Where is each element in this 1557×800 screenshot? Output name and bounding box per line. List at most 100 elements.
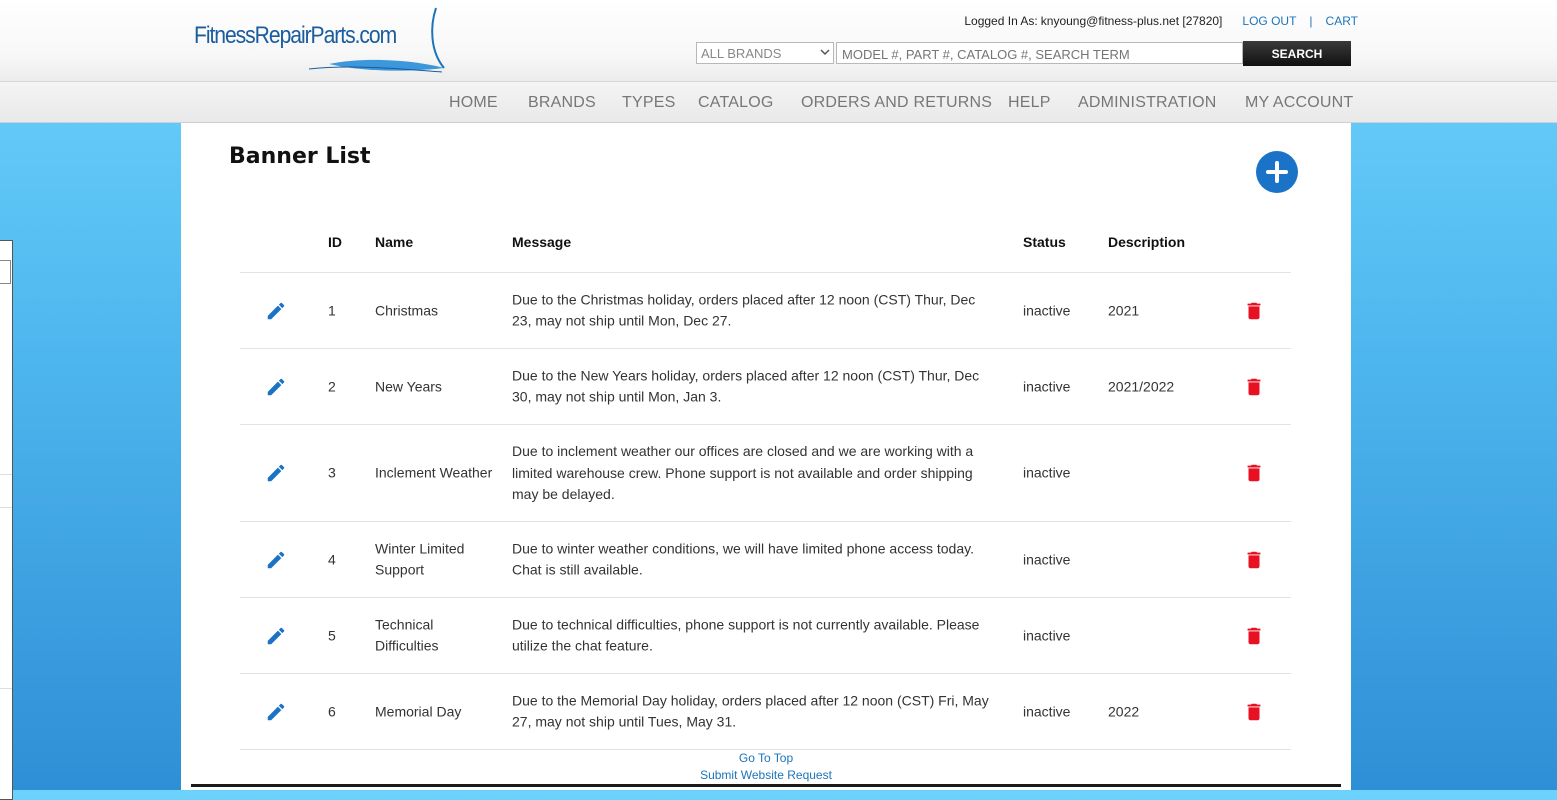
- search-button[interactable]: SEARCH: [1243, 41, 1351, 66]
- footer-links: Go To Top Submit Website Request: [181, 750, 1351, 784]
- edit-button[interactable]: [265, 300, 287, 322]
- header-name: Name: [375, 234, 414, 250]
- row-description: 2021/2022: [1108, 377, 1175, 394]
- logout-link[interactable]: LOG OUT: [1242, 14, 1296, 28]
- delete-button[interactable]: [1243, 701, 1265, 723]
- cart-link[interactable]: CART: [1326, 14, 1358, 28]
- side-panel-edge: [0, 240, 13, 800]
- nav-brands[interactable]: BRANDS: [528, 94, 596, 112]
- side-panel-input[interactable]: [0, 260, 11, 284]
- trash-icon: [1247, 302, 1261, 319]
- edit-button[interactable]: [265, 549, 287, 571]
- table-row: 1 Christmas Due to the Christmas holiday…: [240, 273, 1291, 349]
- trash-icon: [1247, 464, 1261, 482]
- row-status: inactive: [1023, 626, 1071, 643]
- nav-catalog[interactable]: CATALOG: [698, 94, 774, 112]
- row-status: inactive: [1023, 377, 1071, 394]
- row-status: inactive: [1023, 301, 1071, 318]
- nav-my-account[interactable]: MY ACCOUNT: [1245, 94, 1353, 112]
- row-status: inactive: [1023, 702, 1071, 719]
- row-status: inactive: [1023, 464, 1071, 481]
- page-title: Banner List: [229, 144, 371, 169]
- trash-icon: [1247, 378, 1261, 395]
- plus-icon: [1266, 161, 1288, 183]
- row-id: 4: [328, 550, 336, 567]
- delete-button[interactable]: [1243, 462, 1265, 484]
- logged-in-user: knyoung@fitness-plus.net [27820]: [1040, 14, 1223, 28]
- row-name: Memorial Day: [375, 702, 462, 719]
- row-status: inactive: [1023, 550, 1071, 567]
- pencil-icon: [267, 703, 285, 720]
- table-row: 3 Inclement Weather Due to inclement wea…: [240, 425, 1291, 522]
- row-id: 6: [328, 702, 336, 719]
- brand-select-value: ALL BRANDS: [701, 46, 782, 61]
- banner-table: ID Name Message Status Description 1 Chr…: [240, 220, 1291, 750]
- footer-divider: [191, 784, 1341, 787]
- row-message: Due to the New Years holiday, orders pla…: [512, 367, 980, 405]
- row-name: Inclement Weather: [375, 464, 493, 481]
- row-id: 3: [328, 464, 336, 481]
- row-name: Winter Limited Support: [375, 540, 465, 578]
- nav-help[interactable]: HELP: [1008, 94, 1051, 112]
- delete-button[interactable]: [1243, 376, 1265, 398]
- login-bar: Logged In As: knyoung@fitness-plus.net […: [964, 14, 1358, 28]
- delete-button[interactable]: [1243, 300, 1265, 322]
- search-input[interactable]: [836, 42, 1243, 64]
- pencil-icon: [267, 551, 285, 568]
- divider: [0, 507, 12, 508]
- content-panel: Banner List ID Name Message Status Descr…: [181, 123, 1351, 790]
- edit-button[interactable]: [265, 625, 287, 647]
- row-message: Due to the Memorial Day holiday, orders …: [512, 692, 989, 730]
- row-message: Due to technical difficulties, phone sup…: [512, 616, 980, 654]
- edit-button[interactable]: [265, 701, 287, 723]
- logged-in-label: Logged In As:: [964, 14, 1038, 28]
- chevron-down-icon: [820, 49, 830, 56]
- row-description: 2022: [1108, 702, 1140, 719]
- header-status: Status: [1023, 234, 1066, 250]
- row-id: 1: [328, 301, 336, 318]
- site-header: FitnessRepairParts.com Logged In As: kny…: [0, 0, 1557, 82]
- table-row: 5 Technical Difficulties Due to technica…: [240, 598, 1291, 674]
- nav-orders-and-returns[interactable]: ORDERS AND RETURNS: [801, 94, 992, 112]
- main-nav: HOME BRANDS TYPES CATALOG ORDERS AND RET…: [0, 82, 1557, 123]
- delete-button[interactable]: [1243, 625, 1265, 647]
- site-logo[interactable]: FitnessRepairParts.com: [194, 6, 449, 74]
- edit-button[interactable]: [265, 376, 287, 398]
- divider: [0, 474, 12, 475]
- nav-administration[interactable]: ADMINISTRATION: [1078, 94, 1217, 112]
- table-row: 6 Memorial Day Due to the Memorial Day h…: [240, 674, 1291, 750]
- link-separator: |: [1309, 14, 1313, 28]
- add-banner-button[interactable]: [1256, 151, 1298, 193]
- pencil-icon: [267, 378, 285, 395]
- go-to-top-link[interactable]: Go To Top: [181, 750, 1351, 767]
- trash-icon: [1247, 703, 1261, 720]
- row-message: Due to inclement weather our offices are…: [512, 442, 974, 502]
- row-id: 5: [328, 626, 336, 643]
- pencil-icon: [267, 464, 285, 482]
- submit-website-request-link[interactable]: Submit Website Request: [181, 767, 1351, 784]
- row-name: Christmas: [375, 301, 439, 318]
- nav-types[interactable]: TYPES: [622, 94, 675, 112]
- table-row: 4 Winter Limited Support Due to winter w…: [240, 522, 1291, 598]
- edit-button[interactable]: [265, 462, 287, 484]
- row-message: Due to winter weather conditions, we wil…: [512, 540, 974, 578]
- header-id: ID: [328, 234, 342, 250]
- pencil-icon: [267, 627, 285, 644]
- delete-button[interactable]: [1243, 549, 1265, 571]
- brand-select[interactable]: ALL BRANDS: [696, 42, 834, 64]
- row-message: Due to the Christmas holiday, orders pla…: [512, 291, 976, 329]
- header-description: Description: [1108, 234, 1186, 250]
- trash-icon: [1247, 551, 1261, 568]
- pencil-icon: [267, 302, 285, 319]
- row-name: New Years: [375, 377, 442, 394]
- row-name: Technical Difficulties: [375, 616, 439, 654]
- table-row: 2 New Years Due to the New Years holiday…: [240, 349, 1291, 425]
- row-id: 2: [328, 377, 336, 394]
- divider: [0, 688, 12, 689]
- header-message: Message: [512, 234, 572, 250]
- row-description: 2021: [1108, 301, 1140, 318]
- trash-icon: [1247, 627, 1261, 644]
- logo-text: FitnessRepairParts.com: [194, 22, 397, 49]
- table-header: ID Name Message Status Description: [240, 220, 1291, 273]
- nav-home[interactable]: HOME: [449, 94, 498, 112]
